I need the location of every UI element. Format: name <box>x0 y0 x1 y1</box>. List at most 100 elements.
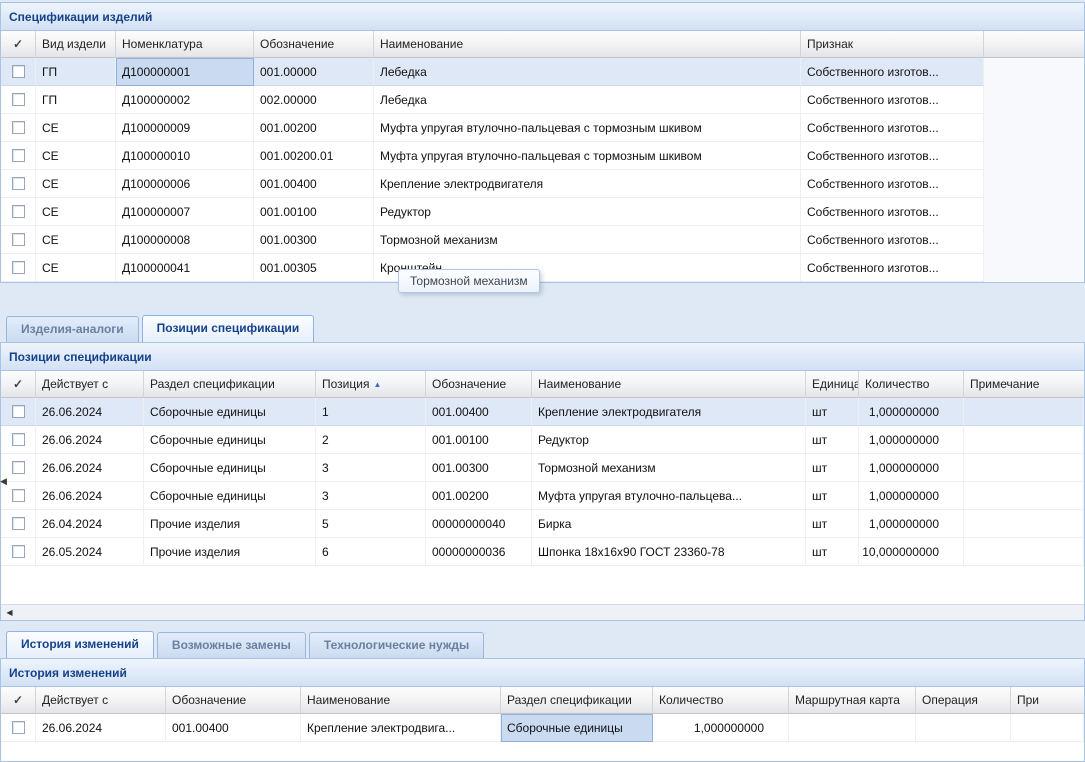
table-row[interactable]: 26.06.2024 Сборочные единицы 1 001.00400… <box>1 398 1084 426</box>
cell-designation[interactable]: 001.00305 <box>254 254 374 282</box>
row-checkbox[interactable] <box>12 121 25 134</box>
row-checkbox-cell[interactable] <box>1 538 36 566</box>
cell-attribute[interactable]: Собственного изготов... <box>801 142 984 170</box>
row-checkbox-cell[interactable] <box>1 226 36 254</box>
row-checkbox-cell[interactable] <box>1 114 36 142</box>
cell-unit[interactable]: шт <box>806 426 859 454</box>
table-row[interactable]: 26.06.2024 Сборочные единицы 3 001.00200… <box>1 482 1084 510</box>
cell-attribute[interactable]: Собственного изготов... <box>801 198 984 226</box>
row-checkbox-cell[interactable] <box>1 254 36 282</box>
row-checkbox[interactable] <box>12 149 25 162</box>
cell-nomenclature[interactable]: Д100000010 <box>116 142 254 170</box>
cell-nomenclature[interactable]: Д100000006 <box>116 170 254 198</box>
cell-designation[interactable]: 001.00200 <box>254 114 374 142</box>
cell-attribute[interactable]: Собственного изготов... <box>801 254 984 282</box>
column-header-effective-from[interactable]: Действует с <box>36 687 166 714</box>
select-all-column-header[interactable]: ✓ <box>1 687 36 714</box>
cell-nomenclature[interactable]: Д100000007 <box>116 198 254 226</box>
cell-position[interactable]: 3 <box>316 454 426 482</box>
cell-designation[interactable]: 001.00400 <box>166 714 301 742</box>
cell-name[interactable]: Крепление электродвигателя <box>532 398 806 426</box>
cell-name[interactable]: Тормозной механизм <box>532 454 806 482</box>
column-header-effective-from[interactable]: Действует с <box>36 371 144 398</box>
cell-designation[interactable]: 001.00300 <box>426 454 532 482</box>
cell-position[interactable]: 6 <box>316 538 426 566</box>
tab-specification-positions[interactable]: Позиции спецификации <box>142 315 315 342</box>
cell-name[interactable]: Муфта упругая втулочно-пальцевая с тормо… <box>374 142 801 170</box>
cell-name[interactable]: Крепление электродвига... <box>301 714 501 742</box>
cell-attribute[interactable]: Собственного изготов... <box>801 86 984 114</box>
row-checkbox[interactable] <box>12 405 25 418</box>
cell-nomenclature[interactable]: Д100000001 <box>116 58 254 86</box>
cell-effective-from[interactable]: 26.06.2024 <box>36 714 166 742</box>
row-checkbox[interactable] <box>12 65 25 78</box>
cell-attribute[interactable]: Собственного изготов... <box>801 114 984 142</box>
cell-spec-section[interactable]: Сборочные единицы <box>501 714 653 742</box>
cell-attribute[interactable]: Собственного изготов... <box>801 58 984 86</box>
cell-effective-from[interactable]: 26.06.2024 <box>36 482 144 510</box>
cell-position[interactable]: 3 <box>316 482 426 510</box>
cell-spec-section[interactable]: Сборочные единицы <box>144 398 316 426</box>
cell-designation[interactable]: 001.00200 <box>426 482 532 510</box>
cell-name[interactable]: Шпонка 18х16х90 ГОСТ 23360-78 <box>532 538 806 566</box>
cell-effective-from[interactable]: 26.04.2024 <box>36 510 144 538</box>
row-checkbox-cell[interactable] <box>1 86 36 114</box>
cell-product-type[interactable]: СЕ <box>36 170 116 198</box>
tab-possible-replacements[interactable]: Возможные замены <box>157 632 306 658</box>
cell-designation[interactable]: 001.00400 <box>254 170 374 198</box>
row-checkbox[interactable] <box>12 261 25 274</box>
cell-unit[interactable]: шт <box>806 538 859 566</box>
cell-designation[interactable]: 001.00300 <box>254 226 374 254</box>
tab-technological-needs[interactable]: Технологические нужды <box>309 632 484 658</box>
table-row[interactable]: СЕ Д100000006 001.00400 Крепление электр… <box>1 170 1084 198</box>
cell-product-type[interactable]: СЕ <box>36 114 116 142</box>
cell-product-type[interactable]: СЕ <box>36 254 116 282</box>
cell-attribute[interactable]: Собственного изготов... <box>801 170 984 198</box>
column-header-attribute[interactable]: Признак <box>801 31 984 58</box>
cell-note[interactable] <box>964 398 1084 426</box>
cell-effective-from[interactable]: 26.06.2024 <box>36 454 144 482</box>
row-checkbox[interactable] <box>12 177 25 190</box>
cell-name[interactable]: Редуктор <box>532 426 806 454</box>
row-checkbox[interactable] <box>12 93 25 106</box>
column-header-name[interactable]: Наименование <box>301 687 501 714</box>
horizontal-scrollbar[interactable]: ◀ <box>1 604 1084 620</box>
cell-quantity[interactable]: 1,000000000 <box>859 482 964 510</box>
row-checkbox[interactable] <box>12 433 25 446</box>
table-row[interactable]: ГП Д100000002 002.00000 Лебедка Собствен… <box>1 86 1084 114</box>
column-header-designation[interactable]: Обозначение <box>166 687 301 714</box>
column-header-designation[interactable]: Обозначение <box>426 371 532 398</box>
row-checkbox-cell[interactable] <box>1 58 36 86</box>
column-header-operation[interactable]: Операция <box>916 687 1011 714</box>
row-checkbox[interactable] <box>12 517 25 530</box>
collapse-left-region-handle[interactable]: ◀ <box>0 474 7 488</box>
row-checkbox-cell[interactable] <box>1 170 36 198</box>
table-row[interactable]: ГП Д100000001 001.00000 Лебедка Собствен… <box>1 58 1084 86</box>
cell-designation[interactable]: 002.00000 <box>254 86 374 114</box>
scrollbar-track[interactable] <box>18 605 1084 620</box>
cell-product-type[interactable]: ГП <box>36 86 116 114</box>
table-row[interactable]: СЕ Д100000010 001.00200.01 Муфта упругая… <box>1 142 1084 170</box>
cell-note[interactable] <box>964 510 1084 538</box>
column-header-quantity[interactable]: Количество <box>859 371 964 398</box>
cell-position[interactable]: 2 <box>316 426 426 454</box>
cell-quantity[interactable]: 1,000000000 <box>859 398 964 426</box>
cell-spec-section[interactable]: Сборочные единицы <box>144 482 316 510</box>
cell-product-type[interactable]: ГП <box>36 58 116 86</box>
cell-product-type[interactable]: СЕ <box>36 198 116 226</box>
cell-nomenclature[interactable]: Д100000041 <box>116 254 254 282</box>
cell-designation[interactable]: 00000000040 <box>426 510 532 538</box>
cell-spec-section[interactable]: Сборочные единицы <box>144 454 316 482</box>
cell-unit[interactable]: шт <box>806 482 859 510</box>
cell-effective-from[interactable]: 26.05.2024 <box>36 538 144 566</box>
cell-designation[interactable]: 001.00400 <box>426 398 532 426</box>
cell-note[interactable] <box>1011 714 1084 742</box>
cell-designation[interactable]: 001.00100 <box>254 198 374 226</box>
tab-change-history[interactable]: История изменений <box>6 631 154 658</box>
table-row[interactable]: 26.06.2024 Сборочные единицы 2 001.00100… <box>1 426 1084 454</box>
table-row[interactable]: 26.06.2024 Сборочные единицы 3 001.00300… <box>1 454 1084 482</box>
table-row[interactable]: СЕ Д100000009 001.00200 Муфта упругая вт… <box>1 114 1084 142</box>
cell-designation[interactable]: 001.00000 <box>254 58 374 86</box>
cell-quantity[interactable]: 1,000000000 <box>859 510 964 538</box>
row-checkbox-cell[interactable] <box>1 510 36 538</box>
